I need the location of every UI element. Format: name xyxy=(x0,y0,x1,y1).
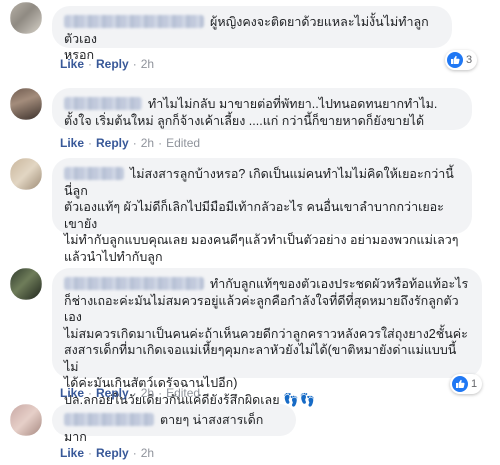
comment-actions: Like · Reply · 2h · Edited xyxy=(60,386,201,400)
avatar[interactable] xyxy=(10,158,42,190)
timestamp[interactable]: 2h xyxy=(141,386,154,400)
reply-link[interactable]: Reply xyxy=(96,446,129,460)
comment-bubble: ผู้หญิงคงจะติดยาด้วยแหละไม่งั้นไม่ทำลูกต… xyxy=(52,6,452,62)
reaction-count[interactable]: 3 xyxy=(445,50,478,70)
reaction-number: 1 xyxy=(471,378,478,390)
like-icon xyxy=(452,376,468,392)
like-link[interactable]: Like xyxy=(60,136,84,150)
like-link[interactable]: Like xyxy=(60,386,84,400)
like-link[interactable]: Like xyxy=(60,57,84,71)
reaction-count[interactable]: 1 xyxy=(450,374,483,394)
comment-bubble: ทำกับลูกแท้ๆของตัวเองประชดผัวหรือท้อแท้อ… xyxy=(52,268,482,407)
timestamp[interactable]: 2h xyxy=(141,57,154,71)
commenter-name[interactable] xyxy=(64,97,142,110)
reply-link[interactable]: Reply xyxy=(96,136,129,150)
comment-text: ไม่สงสารลูกบ้างหรอ? เกิดเป็นแม่คนทำไมไม่… xyxy=(64,167,459,264)
comment-actions: Like · Reply · 2h xyxy=(60,446,155,460)
reaction-number: 3 xyxy=(466,54,473,66)
commenter-name[interactable] xyxy=(64,15,204,28)
comment-bubble: ไม่สงสารลูกบ้างหรอ? เกิดเป็นแม่คนทำไมไม่… xyxy=(52,158,472,264)
edited-label[interactable]: Edited xyxy=(166,386,200,400)
commenter-name[interactable] xyxy=(64,167,124,180)
avatar[interactable] xyxy=(10,2,42,34)
commenter-name[interactable] xyxy=(64,277,204,290)
reply-link[interactable]: Reply xyxy=(96,57,129,71)
footprints-emoji: 👣👣 xyxy=(283,392,317,407)
avatar[interactable] xyxy=(10,88,42,120)
avatar[interactable] xyxy=(10,268,42,300)
comment-bubble: ทำไมไม่กลับ มาขายต่อที่พัทยา..ไปทนอดทนยา… xyxy=(52,88,472,130)
reply-link[interactable]: Reply xyxy=(96,386,129,400)
avatar[interactable] xyxy=(10,404,42,436)
comment-actions: Like · Reply · 2h · Edited xyxy=(60,136,201,150)
comment-bubble: ตายๆ น่าสงสารเด็กมาก xyxy=(52,404,296,444)
like-link[interactable]: Like xyxy=(60,446,84,460)
timestamp[interactable]: 2h xyxy=(141,136,154,150)
commenter-name[interactable] xyxy=(64,413,154,426)
like-icon xyxy=(447,52,463,68)
edited-label[interactable]: Edited xyxy=(166,136,200,150)
timestamp[interactable]: 2h xyxy=(141,446,154,460)
comment-actions: Like · Reply · 2h xyxy=(60,57,155,71)
